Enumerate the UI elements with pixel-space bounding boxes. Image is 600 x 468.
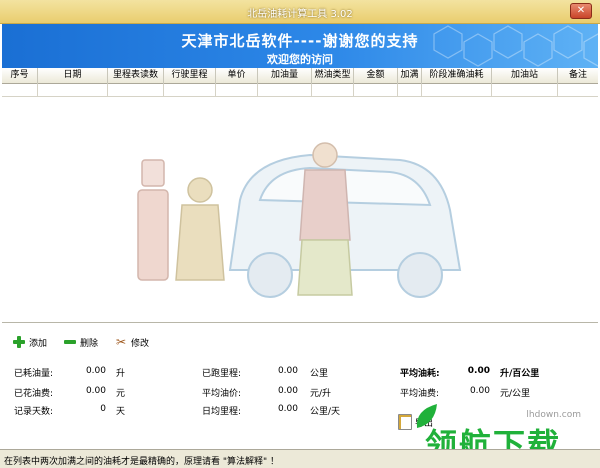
- banner-subtitle: 欢迎您的访问: [267, 53, 333, 66]
- column-header[interactable]: 加油量: [258, 68, 312, 84]
- banner-title: 天津市北岳软件----谢谢您的支持: [181, 32, 419, 50]
- add-button[interactable]: 添加: [12, 335, 47, 349]
- record-days-value: 0: [100, 404, 106, 414]
- column-header[interactable]: 里程表读数: [108, 68, 164, 84]
- column-header[interactable]: 加油站: [492, 68, 558, 84]
- delete-button[interactable]: 删除: [63, 335, 98, 349]
- column-header[interactable]: 行驶里程: [164, 68, 216, 84]
- add-label: 添加: [29, 338, 48, 349]
- avg-consumption-unit: 升/百公里: [500, 369, 540, 379]
- banner: 天津市北岳软件----谢谢您的支持 欢迎您的访问: [2, 24, 598, 68]
- avg-cost-label: 平均油费:: [400, 389, 440, 399]
- fuel-cost-value: 0.00: [85, 386, 106, 396]
- column-header[interactable]: 单价: [216, 68, 258, 84]
- column-header[interactable]: 金额: [354, 68, 398, 84]
- fuel-used-unit: 升: [116, 369, 126, 379]
- column-header[interactable]: 备注: [558, 68, 598, 84]
- plus-icon: [12, 335, 26, 349]
- fuel-used-value: 0.00: [85, 366, 106, 376]
- grid-header: 序号 日期 里程表读数 行驶里程 单价 加油量 燃油类型 金额 加满 阶段准确油…: [2, 68, 598, 84]
- fuel-used-label: 已耗油量:: [14, 369, 54, 379]
- tools-icon: ✂: [116, 335, 127, 349]
- avg-price-value: 0.00: [277, 386, 298, 396]
- avg-consumption-value: 0.00: [467, 366, 490, 376]
- watermark-url: lhdown.com: [526, 410, 581, 420]
- daily-mileage-label: 日均里程:: [202, 407, 242, 417]
- minus-icon: [63, 335, 77, 349]
- document-icon: [398, 414, 412, 430]
- column-header[interactable]: 燃油类型: [312, 68, 354, 84]
- status-text: 在列表中两次加满之间的油耗才是最精确的，原理请看 "算法解释" ！: [4, 457, 280, 467]
- window-title: 北岳油耗计算工具 3.02: [247, 9, 353, 20]
- column-header[interactable]: 日期: [38, 68, 108, 84]
- mileage-unit: 公里: [310, 369, 329, 379]
- avg-cost-unit: 元/公里: [500, 389, 531, 399]
- edit-button[interactable]: ✂ 修改: [114, 335, 149, 349]
- toolbar: 添加 删除 ✂ 修改: [12, 333, 149, 351]
- edit-label: 修改: [131, 338, 150, 349]
- mileage-label: 已跑里程:: [202, 369, 242, 379]
- status-bar: 在列表中两次加满之间的油耗才是最精确的，原理请看 "算法解释" ！: [0, 449, 600, 468]
- column-header[interactable]: 阶段准确油耗: [422, 68, 492, 84]
- record-days-label: 记录天数:: [14, 407, 54, 417]
- fuel-cost-unit: 元: [116, 389, 126, 399]
- daily-mileage-unit: 公里/天: [310, 407, 341, 417]
- mileage-value: 0.00: [277, 366, 298, 376]
- gas-station-illustration: [137, 142, 462, 298]
- avg-price-unit: 元/升: [310, 389, 332, 399]
- avg-cost-value: 0.00: [469, 386, 490, 396]
- column-header[interactable]: 加满: [398, 68, 422, 84]
- avg-price-label: 平均油价:: [202, 389, 242, 399]
- delete-label: 删除: [80, 338, 99, 349]
- column-header[interactable]: 序号: [2, 68, 38, 84]
- table-row[interactable]: [2, 84, 598, 97]
- avg-consumption-label: 平均油耗:: [400, 369, 440, 379]
- fuel-cost-label: 已花油费:: [14, 389, 54, 399]
- close-button[interactable]: ✕: [570, 3, 592, 19]
- record-days-unit: 天: [116, 407, 126, 417]
- daily-mileage-value: 0.00: [277, 404, 298, 414]
- title-bar: 北岳油耗计算工具 3.02 ✕: [0, 0, 600, 24]
